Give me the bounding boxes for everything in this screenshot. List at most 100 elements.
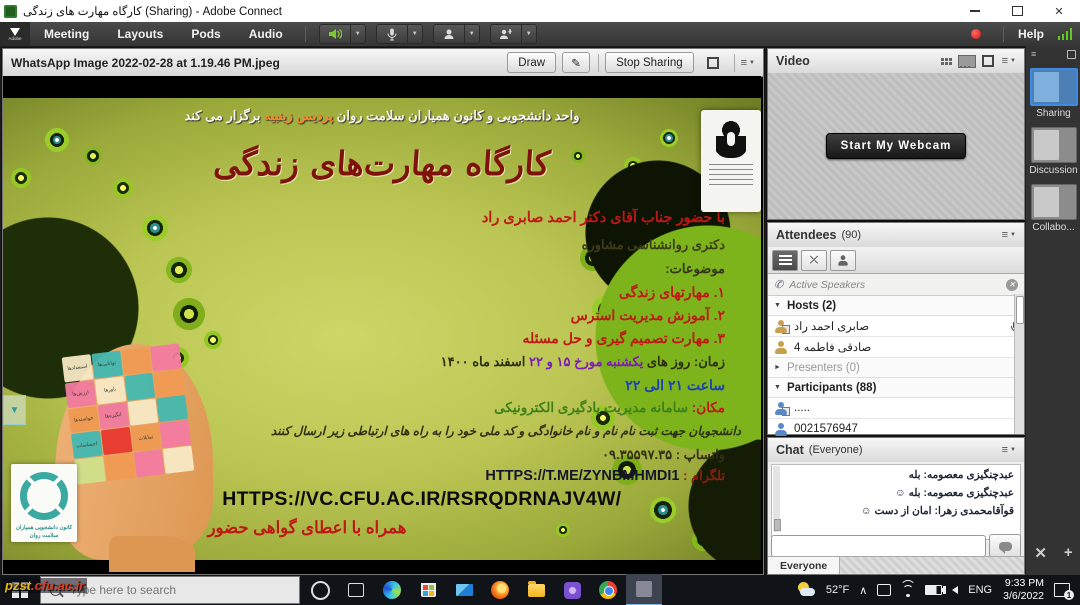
help-menu[interactable]: Help [1018,27,1044,41]
pin-icon[interactable] [1067,50,1076,59]
share-pod-menu-button[interactable]: ≡▼ [741,57,755,69]
video-pod-menu-button[interactable]: ≡ [1002,55,1008,67]
microphone-dropdown[interactable]: ▼ [408,24,423,44]
attendees-title: Attendees [776,228,836,242]
adobe-connect-window: کارگاه مهارت های زندگی (Sharing) - Adobe… [0,0,1080,605]
poster-registration-note: دانشجویان جهت ثبت نام نام و نام خانوادگی… [271,424,741,438]
host-row[interactable]: صابری احمد راد [768,316,1024,337]
connection-signal-icon[interactable] [1056,28,1072,40]
pointer-tool-button[interactable]: ✎ [562,52,590,73]
menu-pods[interactable]: Pods [177,27,234,41]
battery-icon[interactable] [925,585,942,595]
menu-meeting[interactable]: Meeting [30,27,103,41]
layout-thumb-discussion[interactable] [1031,127,1077,163]
menu-bar: Adobe Meeting Layouts Pods Audio ▼ ▼ ▼ ▼… [0,22,1080,46]
share-pod-header: WhatsApp Image 2022-02-28 at 1.19.46 PM.… [3,49,763,77]
layout-thumb-collaboration[interactable] [1031,184,1077,220]
clock-time: 9:33 PM [1003,577,1044,590]
scroll-overlay-arrow[interactable]: ▼ [3,395,26,425]
task-view-button[interactable] [338,575,374,605]
chrome-button[interactable] [590,575,626,605]
microphone-button[interactable]: ▼ [376,24,423,44]
poster-organizer-line: واحد دانشجویی و کانون همیاران سلامت روان… [3,108,761,124]
menu-audio[interactable]: Audio [235,27,297,41]
raise-hand-button[interactable]: ▼ [490,24,537,44]
chat-scrollbar[interactable] [773,466,780,532]
language-indicator[interactable]: ENG [963,575,997,605]
chat-pod-menu-button[interactable]: ≡▼ [1002,444,1016,456]
delete-layout-button[interactable]: ✕ [1034,544,1047,562]
speaker-button[interactable]: ▼ [319,24,366,44]
fullscreen-button[interactable] [700,53,726,72]
close-button[interactable]: ✕ [1038,0,1080,22]
attendees-pod-menu-button[interactable]: ≡▼ [1002,229,1016,241]
kmplayer-button[interactable] [554,575,590,605]
tray-expand-chevron[interactable]: ∧ [854,575,872,605]
participant-row[interactable]: ..... [768,398,1024,419]
taskbar-clock[interactable]: 9:33 PM 3/6/2022 [997,577,1050,603]
filmstrip-view-icon[interactable] [958,55,976,68]
attendee-status-view-button[interactable] [830,250,856,271]
active-app-button[interactable] [626,574,662,605]
raise-hand-icon [499,28,513,40]
video-pod-body: Start My Webcam [768,73,1024,219]
raise-hand-dropdown[interactable]: ▼ [522,24,537,44]
mail-button[interactable] [446,575,482,605]
start-webcam-button[interactable]: Start My Webcam [826,133,967,159]
file-explorer-button[interactable] [518,575,554,605]
cortana-button[interactable] [302,575,338,605]
attendees-pod-body: ⤫ ✆ Active Speakers ✕ ▼ Hosts (2) صابری … [768,247,1024,434]
attendees-scrollbar[interactable] [1014,294,1024,434]
kmplayer-icon [564,582,581,599]
minimize-button[interactable] [954,0,996,22]
video-fullscreen-icon[interactable] [982,55,994,67]
clock-date: 3/6/2022 [1003,590,1044,603]
active-speakers-close-icon[interactable]: ✕ [1006,279,1018,291]
wifi-icon[interactable] [901,585,915,596]
temperature-label[interactable]: 52°F [821,575,854,605]
chat-tab-everyone[interactable]: Everyone [768,557,840,574]
webcam-button[interactable]: ▼ [433,24,480,44]
fullscreen-icon [707,57,719,69]
weather-icon[interactable] [796,582,816,598]
edge-button[interactable] [374,575,410,605]
webcam-dropdown[interactable]: ▼ [465,24,480,44]
association-emblem-icon [20,472,68,520]
breakout-view-button[interactable]: ⤫ [801,250,827,271]
windows-taskbar: 52°F ∧ ENG 9:33 PM 3/6/2022 1 [0,575,1080,605]
poster-hour-line: ساعت ۲۱ الی ۲۲ [625,377,725,394]
stop-sharing-button[interactable]: Stop Sharing [605,52,694,73]
chat-message-list: عبدچنگیزی معصومه: بله عبدچنگیزی معصومه: … [771,464,1021,540]
attendee-list-view-button[interactable] [772,250,798,271]
store-button[interactable] [410,575,446,605]
collapse-icon: ▼ [774,302,781,309]
menu-layouts[interactable]: Layouts [103,27,177,41]
hosts-group-header[interactable]: ▼ Hosts (2) [768,296,1024,316]
layout-label-sharing: Sharing [1026,108,1080,119]
search-input[interactable] [68,582,272,598]
firefox-button[interactable] [482,575,518,605]
chat-bubble-icon [999,542,1012,551]
volume-icon[interactable] [952,586,958,594]
add-layout-button[interactable]: + [1064,544,1073,562]
collapse-icon: ▼ [774,384,781,391]
chat-message: عبدچنگیزی معصومه: بله ☺ [778,487,1014,499]
chat-input[interactable] [771,535,986,557]
notification-center-icon[interactable]: 1 [1054,583,1070,597]
active-speakers-label: Active Speakers [789,279,865,291]
send-message-button[interactable] [989,534,1021,558]
speaker-dropdown[interactable]: ▼ [351,24,366,44]
layout-thumb-sharing[interactable] [1030,68,1078,106]
host-row[interactable]: صادقی فاطمه 4 [768,337,1024,358]
grid-view-icon[interactable] [941,58,952,65]
maximize-button[interactable] [996,0,1038,22]
phone-icon: ✆ [774,278,783,291]
presenters-group-header[interactable]: ► Presenters (0) [768,358,1024,378]
participants-group-header[interactable]: ▼ Participants (88) [768,378,1024,398]
tablet-mode-icon[interactable] [877,584,891,596]
participant-avatar [774,402,788,415]
workshop-poster: واحد دانشجویی و کانون همیاران سلامت روان… [3,98,761,560]
poster-topics-label: موضوعات: [665,261,725,277]
layout-sidebar-menu-button[interactable]: ≡ [1031,49,1036,59]
draw-button[interactable]: Draw [507,52,556,73]
